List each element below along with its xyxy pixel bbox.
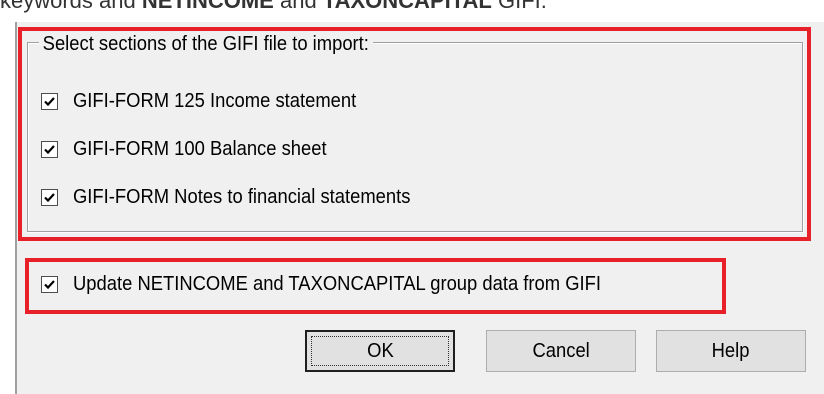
ok-button-label: OK — [366, 339, 394, 362]
document-text: keywords and NETINCOME and TAXONCAPITAL … — [0, 0, 547, 14]
ok-button[interactable]: OK — [305, 330, 455, 372]
doc-text-middle: and — [273, 0, 323, 13]
sections-group-title: Select sections of the GIFI file to impo… — [39, 34, 373, 54]
check-icon[interactable] — [41, 276, 58, 293]
checkbox-balance-sheet[interactable]: GIFI-FORM 100 Balance sheet — [41, 138, 349, 161]
check-icon[interactable] — [41, 141, 58, 158]
dialog-border — [15, 22, 17, 394]
checkbox-label: Update NETINCOME and TAXONCAPITAL group … — [73, 273, 601, 295]
doc-text-prefix: keywords and — [0, 0, 142, 13]
checkbox-label: GIFI-FORM Notes to financial statements — [73, 186, 411, 208]
help-button[interactable]: Help — [656, 330, 806, 372]
doc-keyword-netincome: NETINCOME — [141, 0, 274, 13]
check-icon[interactable] — [41, 189, 58, 206]
cancel-button-label: Cancel — [532, 339, 590, 362]
doc-text-suffix: GIFI. — [491, 0, 547, 13]
doc-keyword-taxoncapital: TAXONCAPITAL — [322, 0, 492, 13]
help-button-label: Help — [712, 339, 750, 362]
check-icon[interactable] — [41, 93, 58, 110]
checkbox-label: GIFI-FORM 100 Balance sheet — [73, 138, 327, 160]
checkbox-update-group-data[interactable]: Update NETINCOME and TAXONCAPITAL group … — [41, 273, 647, 296]
checkbox-income-statement[interactable]: GIFI-FORM 125 Income statement — [41, 90, 381, 113]
cancel-button[interactable]: Cancel — [486, 330, 636, 372]
checkbox-label: GIFI-FORM 125 Income statement — [73, 90, 357, 112]
checkbox-notes[interactable]: GIFI-FORM Notes to financial statements — [41, 186, 440, 209]
